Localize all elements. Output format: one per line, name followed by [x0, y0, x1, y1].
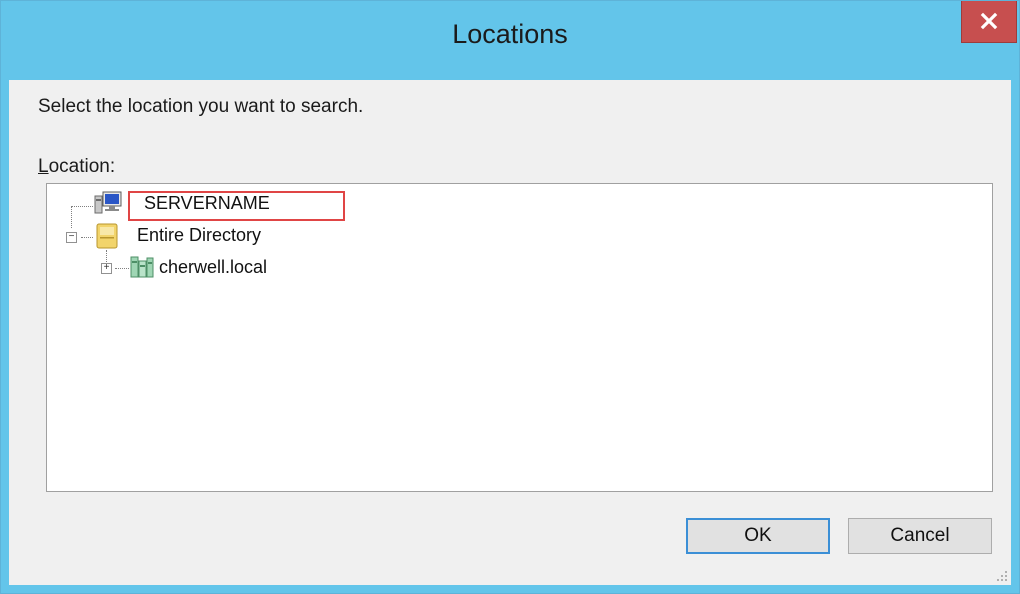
cancel-button[interactable]: Cancel — [848, 518, 992, 554]
close-button[interactable] — [961, 1, 1017, 43]
ok-button[interactable]: OK — [686, 518, 830, 554]
tree-connector — [71, 206, 93, 207]
location-tree[interactable]: SERVERNAME − Entire Directory + cherwell… — [46, 183, 993, 492]
title-bar[interactable]: Locations — [1, 1, 1019, 79]
location-label-rest: ocation: — [48, 156, 116, 177]
instruction-text: Select the location you want to search. — [38, 96, 364, 117]
domain-icon — [130, 256, 154, 278]
resize-grip-icon[interactable] — [997, 571, 1007, 581]
tree-connector — [115, 268, 129, 269]
directory-folder-icon — [96, 223, 118, 249]
dialog-title: Locations — [452, 19, 568, 49]
location-label-accelerator: L — [38, 156, 49, 177]
tree-connector — [71, 206, 72, 228]
tree-connector — [81, 237, 93, 238]
expand-toggle[interactable]: + — [101, 263, 112, 274]
highlight-box — [128, 191, 345, 221]
tree-item-label: cherwell.local — [159, 257, 268, 277]
locations-dialog: Locations Select the location you want t… — [0, 0, 1020, 594]
dialog-body: Select the location you want to search. … — [9, 80, 1011, 585]
collapse-toggle[interactable]: − — [66, 232, 77, 243]
close-icon — [980, 12, 998, 30]
location-label: Location: — [38, 156, 115, 178]
computer-icon — [94, 191, 122, 214]
tree-item-label: Entire Directory — [137, 225, 262, 245]
